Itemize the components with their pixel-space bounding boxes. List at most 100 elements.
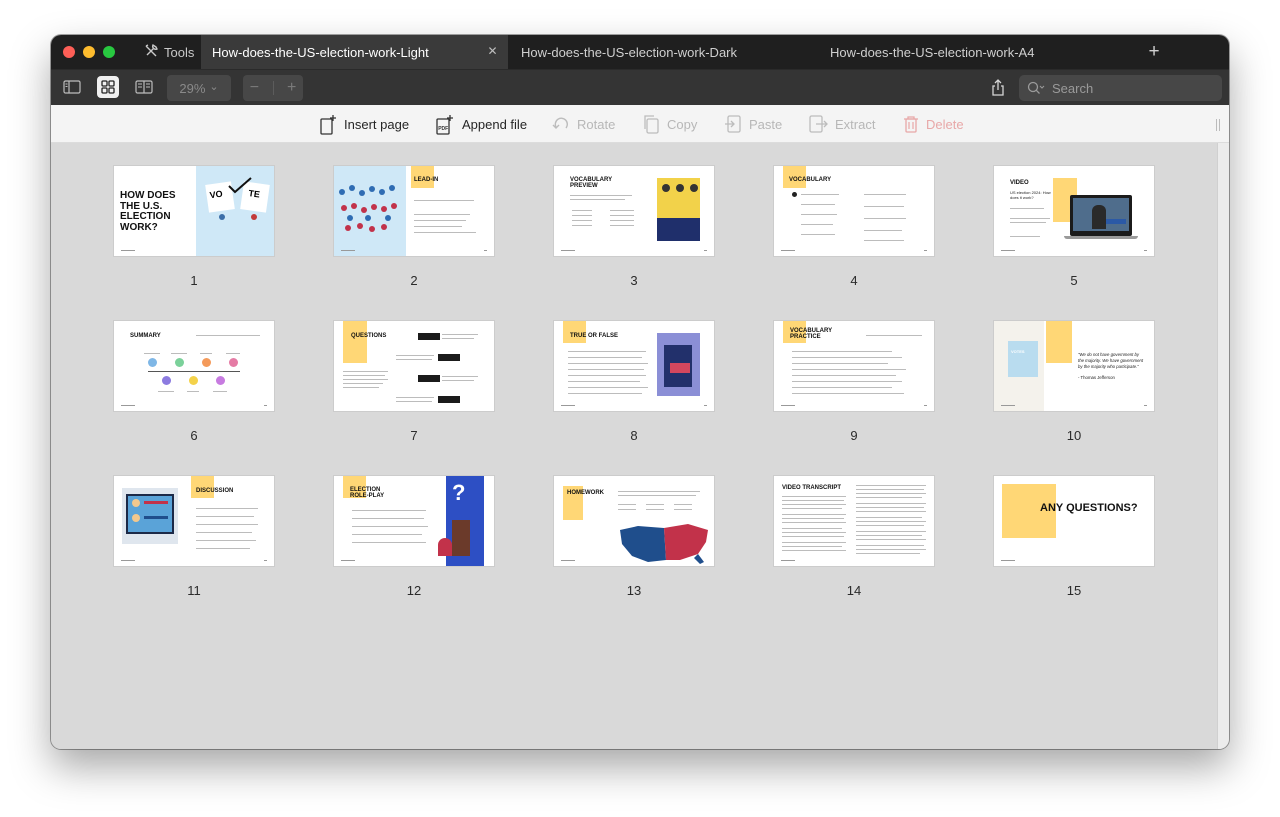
- page-number: 4: [850, 273, 858, 288]
- page-thumbnail-12[interactable]: ELECTION ROLE-PLAY ?: [334, 476, 494, 566]
- text-line: [856, 539, 926, 540]
- page-thumbnail-10[interactable]: VOTES “We do not have government by the …: [994, 321, 1154, 411]
- text-line: [801, 204, 835, 205]
- text-line: [856, 497, 922, 498]
- page-thumbnail-15[interactable]: ANY QUESTIONS?: [994, 476, 1154, 566]
- text-line: [158, 391, 174, 392]
- page-thumbnail-11[interactable]: DISCUSSION: [114, 476, 274, 566]
- extract-button[interactable]: Extract: [808, 105, 875, 143]
- answer-box: [418, 333, 440, 340]
- chevron-down-icon: ⌄: [209, 80, 219, 93]
- text-line: [171, 353, 187, 354]
- close-window-button[interactable]: [63, 46, 75, 58]
- quote-author: - Thomas Jefferson: [1078, 375, 1115, 380]
- page-thumbnail-4[interactable]: VOCABULARY: [774, 166, 934, 256]
- grid-view-button[interactable]: [97, 76, 119, 98]
- ballot-box-label: VOTES: [1011, 349, 1025, 354]
- text-line: [570, 195, 632, 196]
- page-thumbnail-1[interactable]: HOW DOES THE U.S. ELECTION WORK? VO TE: [114, 166, 274, 256]
- text-line: [801, 214, 837, 215]
- text-line: [568, 369, 644, 370]
- text-line: [782, 528, 842, 529]
- vertical-scrollbar[interactable]: [1217, 143, 1229, 749]
- copy-button[interactable]: Copy: [642, 105, 697, 143]
- text-line: [414, 200, 474, 201]
- page-thumbnail-2[interactable]: LEAD-IN: [334, 166, 494, 256]
- text-line: [856, 531, 926, 532]
- page-thumbnail-13[interactable]: HOMEWORK: [554, 476, 714, 566]
- search-input[interactable]: [1052, 80, 1202, 96]
- text-line: [196, 532, 252, 533]
- text-line: [792, 363, 888, 364]
- slide-title: VIDEO TRANSCRIPT: [782, 485, 842, 491]
- delete-button[interactable]: Delete: [903, 105, 964, 143]
- append-file-button[interactable]: PDF Append file: [435, 105, 527, 143]
- zoom-in-button[interactable]: +: [287, 79, 296, 97]
- text-line: [674, 509, 692, 510]
- page-thumbnail-3[interactable]: VOCABULARY PREVIEW: [554, 166, 714, 256]
- zoom-out-button[interactable]: −: [250, 79, 259, 97]
- page-thumbnail-14[interactable]: VIDEO TRANSCRIPT: [774, 476, 934, 566]
- slide-title: VOCABULARY PREVIEW: [570, 177, 613, 190]
- panel-resize-handle[interactable]: [1216, 119, 1220, 131]
- page-thumbnail-9[interactable]: VOCABULARY PRACTICE: [774, 321, 934, 411]
- timeline: [148, 371, 240, 372]
- paste-button[interactable]: Paste: [724, 105, 782, 143]
- zoom-select[interactable]: 29% ⌄: [167, 75, 231, 101]
- tab-a4[interactable]: How-does-the-US-election-work-A4: [830, 35, 1034, 69]
- quote-text: “We do not have government by the majori…: [1078, 352, 1144, 369]
- text-line: [414, 226, 462, 227]
- page-thumbnail-6[interactable]: SUMMARY: [114, 321, 274, 411]
- answer-box: [438, 354, 460, 361]
- tab-dark[interactable]: How-does-the-US-election-work-Dark: [521, 35, 737, 69]
- text-line: [610, 215, 634, 216]
- text-line: [856, 553, 920, 554]
- slide-page-mark: [264, 560, 267, 561]
- two-page-view-button[interactable]: [133, 76, 155, 98]
- close-icon[interactable]: ✕: [486, 45, 499, 58]
- text-line: [343, 371, 388, 372]
- insert-page-label: Insert page: [344, 116, 410, 132]
- page-thumbnail-7[interactable]: QUESTIONS: [334, 321, 494, 411]
- face-icon: [690, 184, 698, 192]
- text-line: [568, 387, 648, 388]
- slide-footer: [1001, 405, 1015, 406]
- text-line: [610, 225, 634, 226]
- text-line: [782, 500, 844, 501]
- minimize-window-button[interactable]: [83, 46, 95, 58]
- share-button[interactable]: [988, 78, 1008, 98]
- tab-bar: Tools How-does-the-US-election-work-Ligh…: [51, 35, 1229, 69]
- bar-icon: [144, 516, 168, 519]
- new-tab-button[interactable]: +: [1144, 42, 1164, 62]
- text-line: [792, 393, 904, 394]
- text-line: [856, 545, 924, 546]
- text-line: [792, 369, 906, 370]
- share-icon: [992, 79, 1004, 96]
- rotate-button[interactable]: Rotate: [552, 105, 615, 143]
- search-field[interactable]: [1019, 75, 1222, 101]
- stepper-divider: [272, 81, 274, 95]
- page-thumbnail-5[interactable]: VIDEO US election 2024: How does it work…: [994, 166, 1154, 256]
- paste-icon: [725, 115, 741, 133]
- zoom-window-button[interactable]: [103, 46, 115, 58]
- trash-icon: [904, 116, 918, 133]
- slide-page-mark: [484, 250, 487, 251]
- text-line: [200, 353, 212, 354]
- slide-page-mark: [704, 405, 707, 406]
- slide-footer: [561, 405, 575, 406]
- page-number: 10: [1066, 428, 1082, 443]
- speaker-image: [438, 538, 452, 556]
- text-line: [196, 524, 258, 525]
- search-icon: [1027, 81, 1045, 94]
- sidebar-toggle-button[interactable]: [61, 76, 83, 98]
- slide-footer: [341, 560, 355, 561]
- svg-text:PDF: PDF: [438, 126, 448, 132]
- insert-page-button[interactable]: Insert page: [319, 105, 409, 143]
- tools-button[interactable]: Tools: [144, 35, 194, 69]
- page-thumbnail-8[interactable]: TRUE OR FALSE: [554, 321, 714, 411]
- text-line: [572, 215, 592, 216]
- text-line: [782, 522, 846, 523]
- tab-light[interactable]: How-does-the-US-election-work-Light ✕: [201, 35, 508, 69]
- text-line: [864, 194, 906, 195]
- text-line: [1010, 208, 1044, 209]
